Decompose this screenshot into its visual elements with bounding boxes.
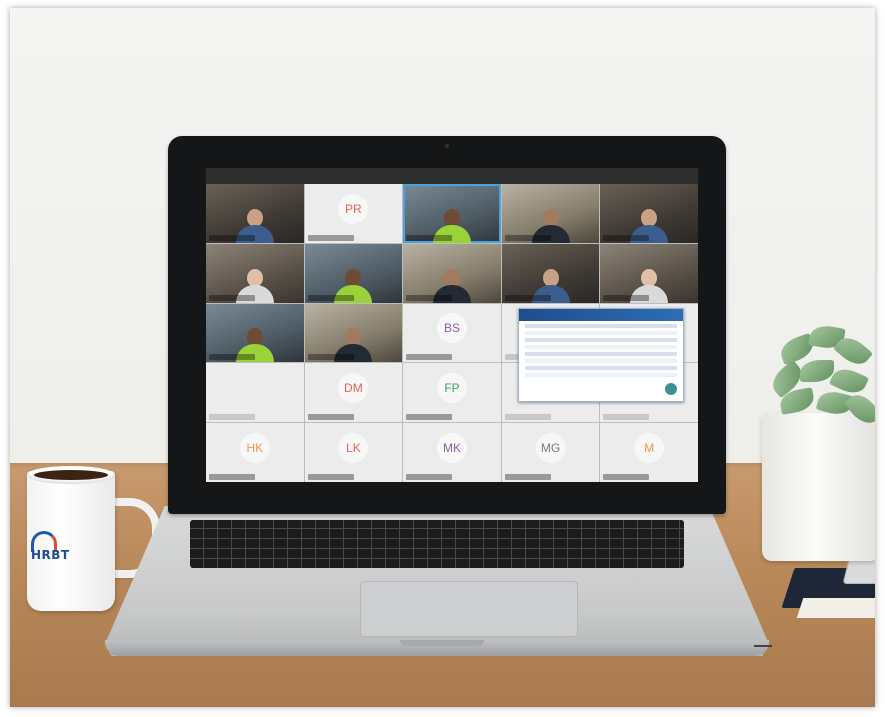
- participant-name-label: [504, 294, 551, 301]
- participant-initials: MK: [436, 432, 467, 463]
- laptop-notch: [400, 640, 484, 646]
- participant-name-label: [603, 294, 650, 301]
- mug-logo: HRBT: [29, 531, 99, 565]
- participant-name-label: [209, 414, 255, 421]
- participant-initials-tile[interactable]: MG: [501, 423, 600, 482]
- participant-name-label: [603, 234, 650, 241]
- participant-video-tile[interactable]: [304, 243, 403, 303]
- participant-name-label: [406, 414, 453, 421]
- participant-initials: FP: [436, 373, 467, 404]
- participant-name-label: [406, 473, 453, 480]
- participant-initials: BS: [436, 313, 467, 344]
- participant-video-tile[interactable]: [206, 303, 304, 363]
- participant-name-label: [209, 234, 255, 241]
- webcam-icon: [445, 144, 449, 148]
- participant-name-label: [504, 414, 551, 421]
- slide-logo-icon: [665, 383, 677, 395]
- sleep-indicator: [754, 645, 772, 647]
- participant-video-tile[interactable]: [206, 184, 304, 243]
- participant-video-tile[interactable]: [600, 184, 698, 243]
- meeting-topbar: [206, 168, 698, 184]
- participant-initials-tile[interactable]: FP: [403, 363, 501, 423]
- participant-initials: HK: [239, 432, 270, 463]
- participant-video-tile[interactable]: [501, 184, 600, 243]
- participant-initials: PR: [338, 193, 369, 224]
- participant-name-label: [307, 473, 354, 480]
- participant-name-label: [209, 354, 255, 361]
- participant-video-tile[interactable]: [403, 243, 501, 303]
- book-pages: [796, 598, 875, 618]
- participant-name-label: [307, 354, 354, 361]
- participant-video-tile[interactable]: [304, 303, 403, 363]
- mug-logo-text: HRBT: [31, 548, 70, 562]
- participant-name-label: [209, 294, 255, 301]
- participant-name-label: [603, 473, 650, 480]
- participant-initials-tile[interactable]: M: [600, 423, 698, 482]
- participant-video-tile[interactable]: [600, 243, 698, 303]
- participant-name-label: [307, 294, 354, 301]
- participant-initials-tile[interactable]: HK: [206, 423, 304, 482]
- participant-initials-tile[interactable]: BS: [403, 303, 501, 363]
- coffee: [34, 470, 108, 480]
- shared-slide: [518, 308, 684, 402]
- participant-name-label: [504, 473, 551, 480]
- plant-pot: [762, 413, 875, 561]
- participant-name-label: [209, 473, 255, 480]
- participant-empty-tile[interactable]: [206, 363, 304, 423]
- keyboard: [190, 520, 684, 568]
- laptop-screen: PR BS DM FP HK LK MK MG M: [206, 168, 698, 482]
- trackpad: [360, 581, 578, 637]
- participant-name-label: [504, 234, 551, 241]
- participant-name-label: [406, 234, 453, 241]
- participant-video-tile[interactable]: [206, 243, 304, 303]
- participant-name-label: [406, 354, 453, 361]
- participant-initials: MG: [535, 432, 566, 463]
- participant-initials-tile[interactable]: MK: [403, 423, 501, 482]
- participant-initials: M: [634, 432, 665, 463]
- participant-name-label: [307, 414, 354, 421]
- participant-initials-tile[interactable]: DM: [304, 363, 403, 423]
- participant-initials: LK: [338, 432, 369, 463]
- participant-initials-tile[interactable]: LK: [304, 423, 403, 482]
- participant-initials-tile[interactable]: PR: [304, 184, 403, 243]
- participant-name-label: [603, 414, 650, 421]
- participant-name-label: [406, 294, 453, 301]
- participant-initials: DM: [338, 373, 369, 404]
- participant-video-tile[interactable]: [501, 243, 600, 303]
- participant-video-tile[interactable]: [403, 184, 501, 243]
- laptop-lid: PR BS DM FP HK LK MK MG M: [168, 136, 726, 514]
- participant-name-label: [307, 234, 354, 241]
- photo-frame: HRBT PR BS DM FP HK LK MK MG M: [10, 8, 875, 707]
